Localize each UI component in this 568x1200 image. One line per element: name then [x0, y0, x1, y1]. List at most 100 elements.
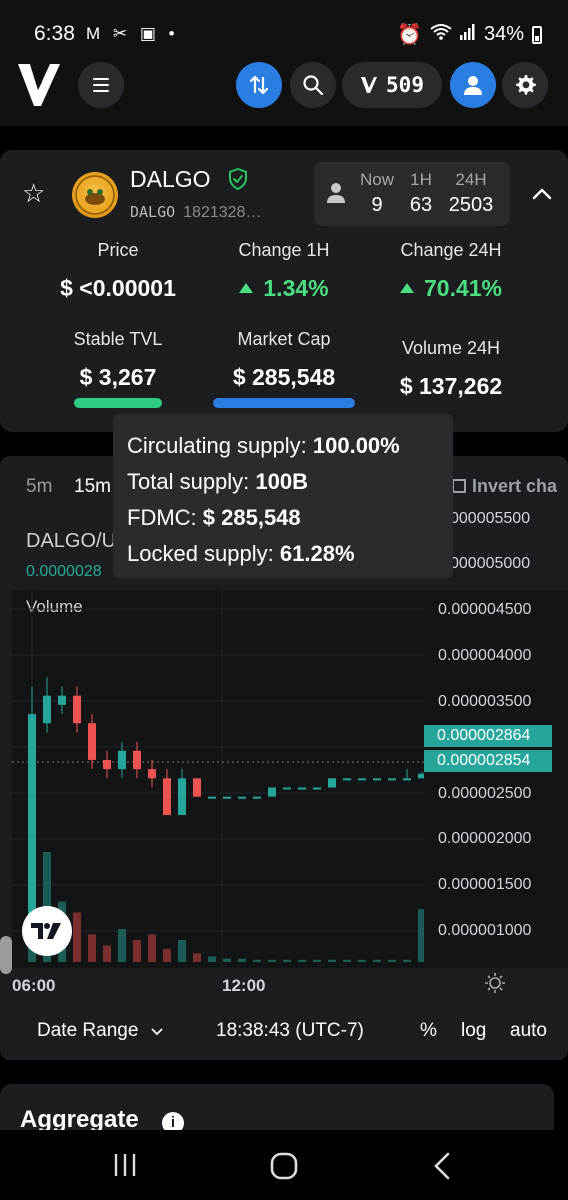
- alarm-icon: ⏰: [397, 24, 422, 46]
- verified-shield-icon: [229, 168, 247, 190]
- star-icon[interactable]: ☆: [22, 178, 45, 209]
- candle: [313, 787, 321, 790]
- y-tick: 0.000002000: [438, 830, 532, 847]
- menu-icon: [93, 78, 109, 80]
- candle: [103, 759, 111, 770]
- search-icon: [303, 75, 324, 96]
- battery-icon: [532, 25, 542, 44]
- chart-scroll-handle[interactable]: [0, 936, 12, 974]
- date-range-button[interactable]: Date Range: [37, 1020, 164, 1042]
- status-time: 6:38: [34, 22, 75, 45]
- log-toggle[interactable]: log: [461, 1020, 486, 1042]
- candle: [193, 778, 201, 797]
- volume-bar: [193, 953, 201, 962]
- pair-price: 0.0000028: [26, 563, 102, 580]
- signal-icon: [459, 23, 476, 46]
- tooltip-fdmc: FDMC: $ 285,548: [127, 505, 301, 530]
- chevron-up-icon[interactable]: [532, 186, 552, 200]
- volume-bar: [73, 912, 81, 962]
- candlestick-chart[interactable]: [12, 590, 424, 968]
- candle: [178, 778, 186, 816]
- app-header: 509: [0, 56, 568, 126]
- volume-bar: [388, 959, 396, 962]
- y-tick: 000005000: [450, 555, 531, 572]
- stat-market-cap[interactable]: Market Cap $ 285,548: [199, 329, 369, 391]
- holders-now: Now 9: [359, 170, 394, 216]
- swap-arrows-icon: [249, 75, 269, 95]
- token-avatar: [72, 172, 118, 218]
- volume-bar: [418, 909, 424, 962]
- candle: [373, 778, 381, 781]
- battery-percent: 34%: [483, 23, 524, 45]
- volume-bar: [148, 934, 156, 962]
- recent-apps-icon[interactable]: [112, 1152, 138, 1178]
- candle: [208, 796, 216, 799]
- y-tick: 0.000004000: [438, 647, 532, 664]
- chevron-down-icon: [151, 1028, 163, 1036]
- volume-bar: [208, 956, 216, 962]
- status-bar: 6:38 M ✂ ▣ • ⏰ 34%: [0, 0, 568, 64]
- tooltip-locked: Locked supply: 61.28%: [127, 541, 355, 566]
- candle: [88, 723, 96, 760]
- holders-24h: 24H 2503: [448, 170, 494, 216]
- token-address[interactable]: 1821328…: [183, 204, 261, 221]
- up-triangle-icon: [399, 283, 414, 293]
- v-logo-icon: [361, 77, 378, 93]
- percent-toggle[interactable]: %: [420, 1020, 437, 1042]
- search-button[interactable]: [290, 62, 336, 108]
- tradingview-logo-icon[interactable]: [22, 906, 72, 956]
- person-icon: [327, 183, 345, 203]
- volume-bar: [403, 959, 411, 962]
- token-subtitle: DALGO 1821328…: [130, 203, 261, 222]
- candle: [268, 787, 276, 797]
- stat-change-1h: Change 1H 1.34%: [238, 240, 330, 301]
- stat-stable-tvl: Stable TVL $ 3,267: [73, 329, 163, 390]
- tooltip-total: Total supply: 100B: [127, 469, 309, 494]
- volume-bar: [118, 929, 126, 962]
- home-icon[interactable]: [270, 1152, 298, 1180]
- y-tick: 0.000003500: [438, 693, 532, 710]
- settings-button[interactable]: [502, 62, 548, 108]
- account-button[interactable]: [450, 62, 496, 108]
- volume-bar: [103, 945, 111, 962]
- status-right: ⏰ 34%: [397, 22, 542, 47]
- supply-tooltip: Circulating supply: 100.00% Total supply…: [113, 414, 453, 578]
- market-cap-bar: [213, 398, 355, 408]
- candle: [118, 750, 126, 770]
- candle: [28, 714, 36, 917]
- swap-button[interactable]: [236, 62, 282, 108]
- volume-bar: [373, 959, 381, 962]
- y-tick: 000005500: [450, 510, 531, 527]
- price-tag-high: 0.000002864: [424, 725, 552, 747]
- volume-bar: [253, 959, 261, 962]
- candle: [163, 778, 171, 816]
- timeframe-5m[interactable]: 5m: [26, 476, 52, 498]
- y-tick: 0.000002500: [438, 785, 532, 802]
- gear-icon: [516, 75, 536, 95]
- candle: [298, 787, 306, 790]
- holders-1h: 1H 63: [409, 170, 433, 216]
- candle: [43, 695, 51, 724]
- volume-bar: [178, 940, 186, 962]
- up-triangle-icon: [239, 283, 254, 293]
- back-icon[interactable]: [432, 1152, 454, 1180]
- points-pill[interactable]: 509: [342, 62, 442, 108]
- invert-chart-toggle[interactable]: Invert cha: [452, 476, 557, 497]
- candle: [418, 773, 424, 779]
- candle: [73, 695, 81, 724]
- timeframe-15m[interactable]: 15m: [74, 476, 111, 498]
- checkbox-icon: [452, 479, 466, 493]
- wifi-icon: [430, 23, 452, 47]
- candle: [238, 796, 246, 799]
- app-logo-icon[interactable]: [16, 60, 62, 110]
- token-name: DALGO: [130, 166, 211, 192]
- price-tag-last: 0.000002854: [424, 750, 552, 772]
- brightness-icon[interactable]: [484, 972, 506, 994]
- auto-toggle[interactable]: auto: [510, 1020, 547, 1042]
- volume-bar: [328, 959, 336, 962]
- y-tick: 0.000001500: [438, 876, 532, 893]
- candle: [343, 778, 351, 781]
- x-tick-1200: 12:00: [222, 976, 266, 995]
- menu-button[interactable]: [78, 62, 124, 108]
- volume-bar: [298, 959, 306, 962]
